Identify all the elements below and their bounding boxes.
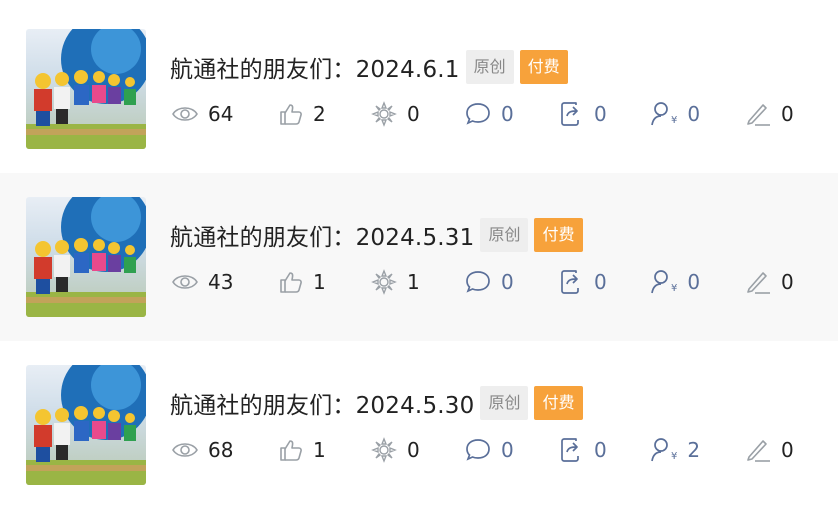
pencil-icon bbox=[747, 440, 770, 462]
eye-icon bbox=[172, 107, 198, 121]
views-stat: 43 bbox=[172, 267, 233, 297]
views-count: 43 bbox=[208, 270, 234, 294]
yen-sign-icon: ¥ bbox=[671, 282, 678, 294]
comments-stat: 0 bbox=[465, 267, 514, 297]
lego-figures-image bbox=[26, 197, 146, 317]
lego-figures-image bbox=[26, 365, 146, 485]
edits-count: 0 bbox=[781, 102, 794, 126]
article-stats: 43 1 1 0 0 ¥ 0 0 bbox=[172, 267, 812, 297]
flower-icon bbox=[371, 101, 397, 127]
original-badge: 原创 bbox=[465, 50, 514, 84]
share-icon bbox=[561, 438, 579, 462]
likes-count: 2 bbox=[313, 102, 326, 126]
article-thumbnail[interactable] bbox=[26, 29, 146, 149]
appreciations-count: 1 bbox=[407, 270, 420, 294]
article-row[interactable]: 航通社的朋友们：2024.5.31 原创 付费 43 1 1 0 0 ¥ 0 0 bbox=[0, 173, 838, 341]
article-thumbnail[interactable] bbox=[26, 197, 146, 317]
article-title-line: 航通社的朋友们：2024.6.1 原创 付费 bbox=[170, 49, 568, 85]
comment-icon bbox=[466, 271, 490, 293]
article-stats: 64 2 0 0 0 ¥ 0 0 bbox=[172, 99, 812, 129]
paid-users-count: 0 bbox=[687, 102, 701, 126]
likes-count: 1 bbox=[313, 270, 326, 294]
article-stats: 68 1 0 0 0 ¥ 2 0 bbox=[172, 435, 812, 465]
article-list: 航通社的朋友们：2024.6.1 原创 付费 64 2 0 0 0 ¥ 0 0 … bbox=[0, 0, 838, 511]
comments-stat: 0 bbox=[465, 435, 514, 465]
comment-icon bbox=[466, 103, 490, 125]
shares-stat: 0 bbox=[560, 435, 607, 465]
article-thumbnail[interactable] bbox=[26, 365, 146, 485]
likes-stat: 1 bbox=[279, 435, 326, 465]
edits-stat: 0 bbox=[745, 267, 794, 297]
likes-count: 1 bbox=[313, 438, 326, 462]
flower-icon bbox=[371, 269, 397, 295]
article-title[interactable]: 航通社的朋友们：2024.6.1 bbox=[170, 50, 460, 84]
eye-icon bbox=[172, 275, 198, 289]
paid-badge: 付费 bbox=[534, 386, 583, 420]
thumbs-up-icon bbox=[280, 272, 302, 293]
yen-sign-icon: ¥ bbox=[671, 450, 678, 462]
comment-icon bbox=[466, 439, 490, 461]
views-count: 64 bbox=[208, 102, 234, 126]
original-badge: 原创 bbox=[480, 386, 529, 420]
paid-users-count: 2 bbox=[687, 438, 701, 462]
views-stat: 64 bbox=[172, 99, 233, 129]
comments-stat: 0 bbox=[465, 99, 514, 129]
appreciations-stat: 0 bbox=[371, 435, 420, 465]
paid-user-icon bbox=[651, 270, 668, 294]
shares-stat: 0 bbox=[560, 99, 607, 129]
paid-users-stat: ¥ 2 bbox=[651, 435, 700, 465]
shares-stat: 0 bbox=[560, 267, 607, 297]
appreciations-count: 0 bbox=[407, 102, 420, 126]
flower-icon bbox=[371, 437, 397, 463]
lego-figures-image bbox=[26, 29, 146, 149]
article-row[interactable]: 航通社的朋友们：2024.5.30 原创 付费 68 1 0 0 0 ¥ 2 0 bbox=[0, 341, 838, 509]
comments-count: 0 bbox=[501, 270, 514, 294]
article-title[interactable]: 航通社的朋友们：2024.5.30 bbox=[170, 386, 474, 420]
eye-icon bbox=[172, 443, 198, 457]
shares-count: 0 bbox=[594, 102, 607, 126]
edits-count: 0 bbox=[781, 270, 794, 294]
comments-count: 0 bbox=[501, 102, 514, 126]
comments-count: 0 bbox=[501, 438, 514, 462]
views-count: 68 bbox=[208, 438, 234, 462]
paid-users-count: 0 bbox=[687, 270, 701, 294]
article-title-line: 航通社的朋友们：2024.5.30 原创 付费 bbox=[170, 385, 583, 421]
pencil-icon bbox=[747, 104, 770, 126]
appreciations-stat: 1 bbox=[371, 267, 420, 297]
likes-stat: 2 bbox=[279, 99, 326, 129]
views-stat: 68 bbox=[172, 435, 233, 465]
paid-users-stat: ¥ 0 bbox=[651, 267, 700, 297]
edits-count: 0 bbox=[781, 438, 794, 462]
paid-users-stat: ¥ 0 bbox=[651, 99, 700, 129]
paid-user-icon bbox=[651, 438, 668, 462]
paid-badge: 付费 bbox=[534, 218, 583, 252]
likes-stat: 1 bbox=[279, 267, 326, 297]
share-icon bbox=[561, 270, 579, 294]
yen-sign-icon: ¥ bbox=[671, 114, 678, 126]
thumbs-up-icon bbox=[280, 440, 302, 461]
share-icon bbox=[561, 102, 579, 126]
article-row[interactable]: 航通社的朋友们：2024.6.1 原创 付费 64 2 0 0 0 ¥ 0 0 bbox=[0, 5, 838, 173]
edits-stat: 0 bbox=[745, 435, 794, 465]
appreciations-count: 0 bbox=[407, 438, 420, 462]
edits-stat: 0 bbox=[745, 99, 794, 129]
article-title-line: 航通社的朋友们：2024.5.31 原创 付费 bbox=[170, 217, 583, 253]
shares-count: 0 bbox=[594, 270, 607, 294]
original-badge: 原创 bbox=[480, 218, 529, 252]
shares-count: 0 bbox=[594, 438, 607, 462]
paid-badge: 付费 bbox=[519, 50, 568, 84]
paid-user-icon bbox=[651, 102, 668, 126]
thumbs-up-icon bbox=[280, 104, 302, 125]
pencil-icon bbox=[747, 272, 770, 294]
article-title[interactable]: 航通社的朋友们：2024.5.31 bbox=[170, 218, 474, 252]
appreciations-stat: 0 bbox=[371, 99, 420, 129]
